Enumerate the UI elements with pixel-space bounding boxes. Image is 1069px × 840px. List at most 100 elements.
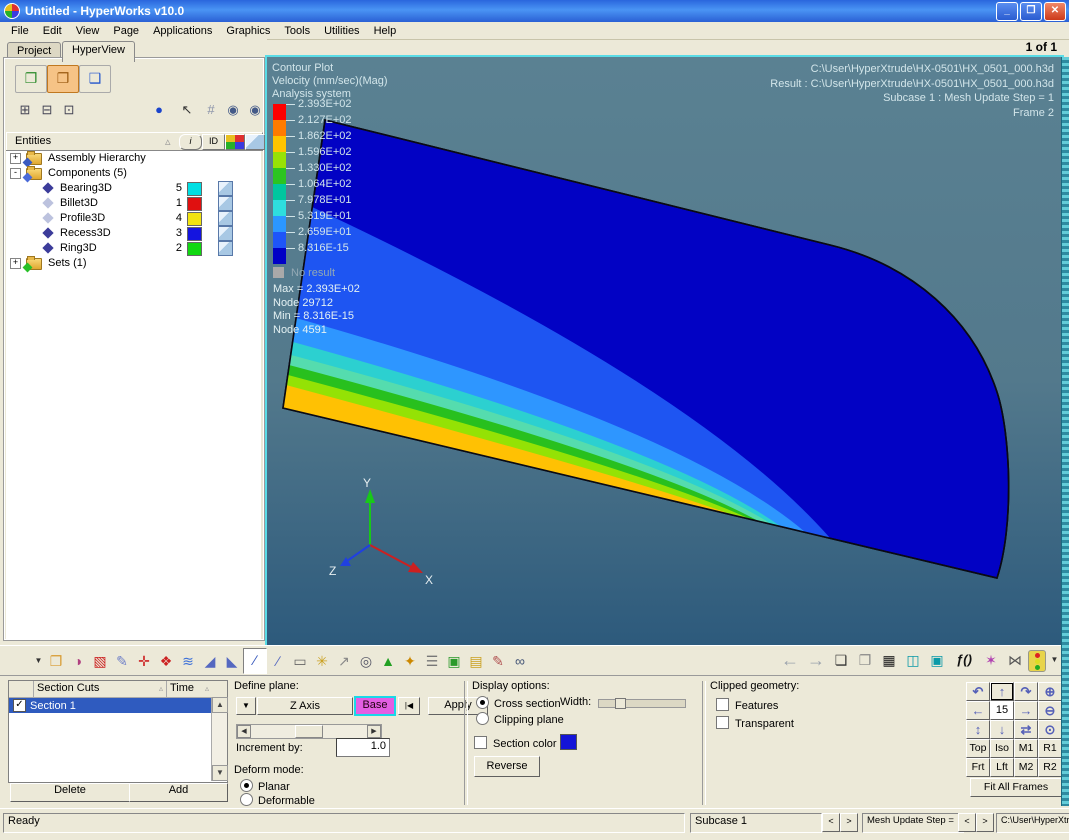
section-cut-c-icon[interactable]: ∕ [267,649,289,673]
rotate-increment-input[interactable]: 15 [990,701,1014,720]
zoom-box-icon[interactable]: ⊙ [1038,720,1062,739]
add-page-icon[interactable]: ❐ [854,648,876,672]
exploded-view-icon[interactable]: ✦ [399,649,421,673]
rotate-up-icon[interactable]: ↑ [990,682,1014,701]
tree-label[interactable]: Sets (1) [48,257,87,269]
swap-window-icon[interactable]: ◫ [902,648,924,672]
tree-tool-icon[interactable]: ⊡ [59,100,79,120]
section-cut-a-icon[interactable]: ◢ [199,649,221,673]
expander-icon[interactable]: - [10,168,21,179]
minimize-button[interactable]: _ [996,2,1018,21]
add-button[interactable]: Add [129,783,228,802]
tree-label[interactable]: Recess3D [60,227,111,239]
section-cuts-column[interactable]: Section Cuts▵ [34,681,167,697]
plane-dropdown-button[interactable]: ▼ [236,697,256,715]
animation-controls-icon[interactable]: ⋈ [1004,648,1026,672]
component-color-swatch[interactable] [187,182,202,196]
style-column-icon[interactable] [245,134,265,150]
deform-deformable-radio[interactable]: Deformable [240,793,315,807]
transform-icon[interactable]: ↗ [333,649,355,673]
color-column-icon[interactable] [225,134,245,150]
slider-right-icon[interactable]: ▶ [367,725,381,738]
tree-label[interactable]: Profile3D [60,212,105,224]
next-page-icon[interactable]: → [804,648,828,672]
scroll-up-icon[interactable]: ▲ [212,697,228,713]
section-row[interactable]: ✓ Section 1 [9,698,211,713]
tree-label[interactable]: Components (5) [48,167,127,179]
time-column[interactable]: Time▵ [167,681,227,697]
section-cut-b-icon[interactable]: ◣ [221,649,243,673]
pan-horizontal-icon[interactable]: ⇄ [1014,720,1038,739]
tree-tool-icon[interactable]: ↖ [177,100,197,120]
clipping-plane-radio[interactable]: Clipping plane [476,712,564,726]
panel-grip[interactable] [1061,57,1069,806]
deform-planar-radio[interactable]: Planar [240,779,290,793]
rewind-button[interactable]: |◀ [398,697,420,715]
tab-hyperview[interactable]: HyperView [62,41,135,62]
menu-item[interactable]: Utilities [317,24,366,38]
component-style-icon[interactable] [218,181,233,196]
view-preset-button[interactable]: M2 [1014,758,1038,777]
checkbox-icon[interactable] [716,698,729,711]
tracking-glasses-icon[interactable]: ∞ [509,649,531,673]
close-button[interactable]: ✕ [1044,2,1066,21]
maximize-button[interactable]: ❐ [1020,2,1042,21]
section-color-checkbox[interactable]: Section color [474,736,557,750]
tree-tool-icon[interactable]: ⊞ [15,100,35,120]
subcase-next-button[interactable]: > [840,813,858,832]
menu-item[interactable]: Help [367,24,404,38]
menu-item[interactable]: Tools [277,24,317,38]
view-preset-button[interactable]: M1 [1014,739,1038,758]
view-preset-button[interactable]: Iso [990,739,1014,758]
tree-row-component[interactable]: Bearing3D 5 [6,181,261,196]
entities-header[interactable]: Entities ▵ i ID [6,132,263,151]
expand-collapse-icon[interactable]: ❖ [155,649,177,673]
menu-item[interactable]: File [4,24,36,38]
animation-dropdown-icon[interactable]: ▼ [1048,648,1061,672]
add-object-icon[interactable]: ▣ [443,649,465,673]
note-icon[interactable]: ▭ [289,649,311,673]
tree-label[interactable]: Ring3D [60,242,97,254]
component-color-swatch[interactable] [187,227,202,241]
component-color-swatch[interactable] [187,242,202,256]
vector-plot-icon[interactable]: ✛ [133,649,155,673]
subcase-field[interactable]: Subcase 1 [690,813,822,833]
rotate-cw-icon[interactable]: ↷ [1014,682,1038,701]
component-color-swatch[interactable] [187,212,202,226]
open-session-icon[interactable]: ❐ [45,649,67,673]
section-label[interactable]: Section 1 [30,700,76,712]
menu-item[interactable]: Applications [146,24,219,38]
rotate-ccw-icon[interactable]: ↶ [966,682,990,701]
increment-input[interactable]: 1.0 [336,738,390,757]
zoom-out-icon[interactable]: ⊖ [1038,701,1062,720]
logo-dropdown-icon[interactable]: ▼ [32,649,45,673]
expander-icon[interactable]: + [10,258,21,269]
zoom-in-icon[interactable]: ⊕ [1038,682,1062,701]
browser-button[interactable]: ❑ [79,65,111,93]
view-preset-button[interactable]: Lft [990,758,1014,777]
rotate-down-icon[interactable]: ↓ [990,720,1014,739]
component-style-icon[interactable] [218,241,233,256]
browser-button[interactable]: ❐ [47,65,79,93]
rotate-left-icon[interactable]: ← [966,701,990,720]
tree-tool-icon[interactable]: ● [149,100,169,120]
component-style-icon[interactable] [218,196,233,211]
width-slider-thumb[interactable] [615,698,626,709]
tree-label[interactable]: Assembly Hierarchy [48,152,146,164]
step-field[interactable]: Mesh Update Step = [862,813,964,833]
previous-page-icon[interactable]: ← [778,648,802,672]
tree-label[interactable]: Billet3D [60,197,98,209]
expand-window-icon[interactable]: ▣ [926,648,948,672]
rotate-right-icon[interactable]: → [1014,701,1038,720]
id-column-button[interactable]: ID [202,134,225,150]
features-checkbox[interactable]: Features [716,698,778,712]
start-stop-animation-icon[interactable] [1028,650,1046,672]
vector-field-icon[interactable]: ✳ [311,649,333,673]
axis-button[interactable]: Z Axis [257,697,353,715]
section-color-swatch[interactable] [560,734,577,750]
measure-icon[interactable]: ✎ [487,649,509,673]
tracking-icon[interactable]: ◎ [355,649,377,673]
view-preset-button[interactable]: Frt [966,758,990,777]
slider-thumb[interactable] [295,725,323,738]
iso-value-icon[interactable]: ▲ [377,649,399,673]
